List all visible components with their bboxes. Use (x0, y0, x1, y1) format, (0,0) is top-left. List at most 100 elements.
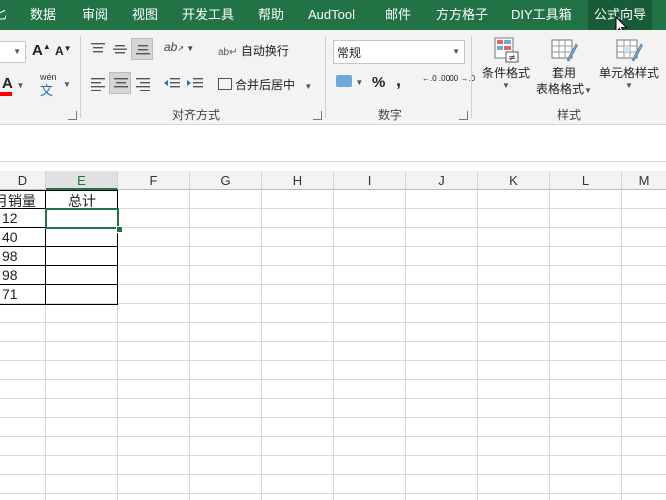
tab-review[interactable]: 审阅 (82, 0, 108, 30)
chevron-down-icon: ▼ (304, 82, 313, 91)
merge-center-button[interactable]: 合并后居中 ▼ (218, 76, 312, 93)
gridline (189, 190, 190, 500)
orientation-icon: ab (164, 40, 178, 54)
decrease-indent-icon[interactable] (163, 77, 181, 91)
align-bottom-icon (136, 45, 150, 55)
wrap-text-button[interactable]: ab↵ 自动换行 (218, 42, 289, 59)
cell-d6[interactable]: 71 (2, 286, 18, 302)
cell-d2[interactable]: 12 (2, 210, 18, 226)
percent-button[interactable]: % (372, 74, 385, 91)
column-header-l[interactable]: L (550, 171, 622, 190)
font-dialog-launcher[interactable] (68, 111, 77, 120)
wrap-text-icon: ab↵ (218, 47, 238, 58)
grow-font-button[interactable]: A▲ (32, 42, 51, 59)
table-border (0, 284, 118, 285)
worksheet-grid[interactable]: 月销量 总计 12 40 98 98 71 (0, 190, 666, 500)
chevron-down-icon: ▼ (502, 81, 510, 90)
header-gap (0, 162, 666, 171)
number-group-label: 数字 (378, 108, 403, 122)
chevron-down-icon: ▼ (63, 80, 71, 89)
conditional-format-icon: ≠ (494, 37, 519, 64)
align-right-icon[interactable] (135, 77, 151, 91)
number-dialog-launcher[interactable] (459, 111, 468, 120)
align-middle-icon[interactable] (112, 42, 128, 56)
comma-button[interactable]: , (396, 70, 401, 91)
cell-styles-label: 单元格样式 (598, 66, 659, 80)
gridline (0, 417, 666, 418)
format-as-table-label-line1: 套用 (551, 66, 576, 80)
table-border (0, 265, 118, 266)
gridline (0, 436, 666, 437)
phonetic-bottom-label: 文 (40, 83, 54, 98)
format-as-table-icon (551, 39, 578, 62)
accounting-icon (336, 75, 352, 87)
gridline (0, 455, 666, 456)
gridline (405, 190, 406, 500)
gridline (0, 493, 666, 494)
align-top-icon[interactable] (90, 42, 106, 56)
chevron-down-icon: ▼ (584, 86, 592, 95)
column-header-d[interactable]: D (0, 171, 46, 190)
number-format-value: 常规 (337, 46, 362, 60)
cell-d3[interactable]: 40 (2, 229, 18, 245)
tab-mail[interactable]: 邮件 (385, 0, 411, 30)
group-separator (80, 36, 81, 118)
group-separator (325, 36, 326, 118)
align-bottom-button[interactable] (131, 38, 153, 60)
accounting-format-button[interactable]: ▼ (336, 74, 363, 88)
tab-fangfang-gezi[interactable]: 方方格子 (436, 0, 488, 30)
ribbon-tab-bar: 匕 数据 审阅 视图 开发工具 帮助 AudTool 邮件 方方格子 DIY工具… (0, 0, 666, 35)
column-header-i[interactable]: I (334, 171, 406, 190)
gridline (0, 341, 666, 342)
gridline (261, 190, 262, 500)
gridline (0, 360, 666, 361)
active-cell-e2[interactable] (45, 208, 119, 229)
chevron-down-icon: ▼ (625, 81, 633, 90)
cell-styles-button[interactable]: 单元格样式 ▼ (596, 36, 662, 102)
format-as-table-button[interactable]: 套用 表格格式▼ (534, 36, 594, 102)
cell-d5[interactable]: 98 (2, 267, 18, 283)
gridline (549, 190, 550, 500)
tab-data[interactable]: 数据 (30, 0, 56, 30)
table-border (0, 246, 118, 247)
styles-group-label: 样式 (557, 108, 582, 122)
column-header-h[interactable]: H (262, 171, 334, 190)
column-header-f[interactable]: F (118, 171, 190, 190)
conditional-format-button[interactable]: ≠ 条件格式 ▼ (480, 36, 532, 102)
align-center-icon (114, 78, 128, 88)
conditional-format-label: 条件格式 (481, 66, 530, 80)
number-format-dropdown[interactable]: 常规 ▼ (333, 40, 465, 64)
phonetic-guide-button[interactable]: wén 文 (40, 72, 57, 99)
increase-decimal-button[interactable]: ←.0 .00 (422, 74, 450, 83)
column-header-e[interactable]: E (46, 171, 118, 190)
format-as-table-label-line2: 表格格式 (536, 82, 585, 96)
tab-view[interactable]: 视图 (132, 0, 158, 30)
column-header-j[interactable]: J (406, 171, 478, 190)
svg-text:≠: ≠ (508, 54, 516, 64)
formula-bar-area[interactable] (0, 125, 666, 162)
align-center-button[interactable] (109, 72, 131, 94)
increase-indent-icon[interactable] (186, 77, 204, 91)
gridline (333, 190, 334, 500)
tab-diy-toolbox[interactable]: DIY工具箱 (511, 0, 572, 30)
column-header-g[interactable]: G (190, 171, 262, 190)
gridline (0, 474, 666, 475)
tab-partial[interactable]: 匕 (0, 0, 7, 30)
orientation-button[interactable]: ab↗ ▼ (164, 40, 194, 54)
alignment-dialog-launcher[interactable] (313, 111, 322, 120)
cell-d4[interactable]: 98 (2, 248, 18, 264)
cell-d1[interactable]: 月销量 (0, 191, 36, 211)
tab-developer[interactable]: 开发工具 (182, 0, 234, 30)
decrease-decimal-button[interactable]: .00 →.0 (447, 74, 475, 83)
font-size-dropdown[interactable]: ▼ (0, 41, 26, 63)
font-color-button[interactable]: A ▼ (2, 75, 24, 92)
chevron-down-icon: ▼ (13, 47, 21, 56)
align-left-icon[interactable] (90, 77, 106, 91)
fill-handle[interactable] (116, 226, 123, 233)
column-header-m[interactable]: M (622, 171, 666, 190)
grow-font-label: A (32, 42, 43, 59)
column-header-k[interactable]: K (478, 171, 550, 190)
tab-audtool[interactable]: AudTool (308, 0, 355, 30)
tab-help[interactable]: 帮助 (258, 0, 284, 30)
shrink-font-button[interactable]: A▼ (55, 44, 72, 58)
